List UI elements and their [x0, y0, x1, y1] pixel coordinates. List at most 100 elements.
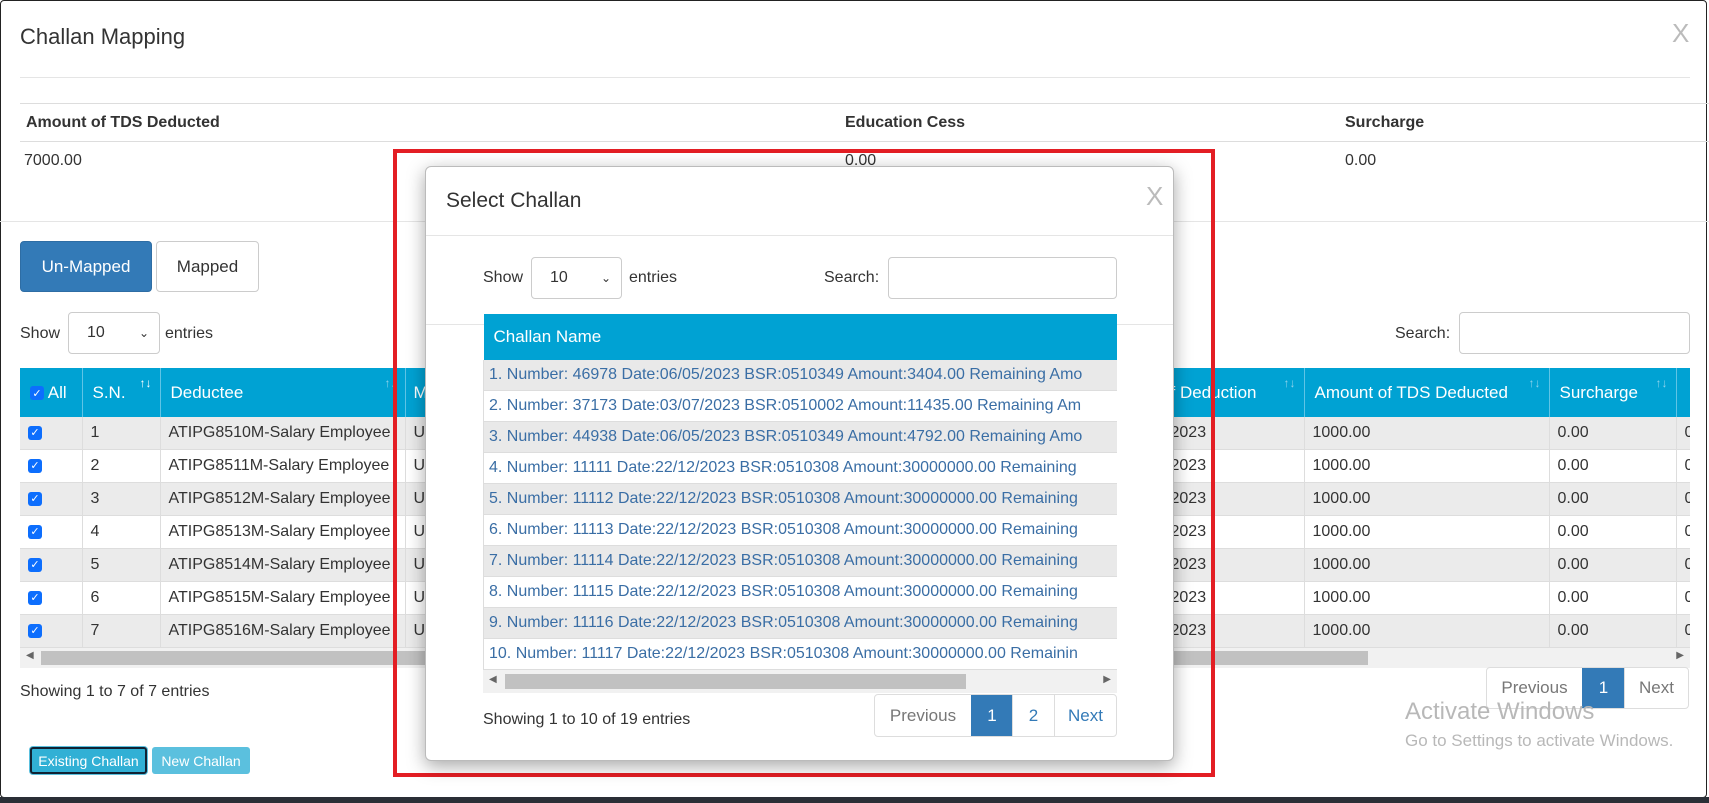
challan-row[interactable]: 7. Number: 11114 Date:22/12/2023 BSR:051… [483, 545, 1117, 577]
tds-amount-cell: 1000.00 [1304, 449, 1550, 483]
modal-page-size-select[interactable]: 10 ⌄ [531, 257, 622, 299]
challan-row[interactable]: 8. Number: 11115 Date:22/12/2023 BSR:051… [483, 576, 1117, 608]
row-checkbox-cell[interactable]: ✓ [20, 581, 83, 615]
next-cell: 0 [1676, 417, 1690, 450]
divider [20, 141, 1709, 142]
next-page-button[interactable]: Next [1054, 695, 1116, 736]
row-checkbox-cell[interactable]: ✓ [20, 449, 83, 483]
modal-search-input[interactable] [888, 257, 1117, 299]
challan-name-cell[interactable]: 9. Number: 11116 Date:22/12/2023 BSR:051… [483, 607, 1117, 639]
select-all-checkbox[interactable]: ✓ [30, 386, 44, 401]
close-dialog-button[interactable]: X [1672, 18, 1689, 49]
row-checkbox[interactable]: ✓ [28, 491, 42, 506]
challan-row[interactable]: 3. Number: 44938 Date:06/05/2023 BSR:051… [483, 421, 1117, 453]
challan-name-cell[interactable]: 2. Number: 37173 Date:03/07/2023 BSR:051… [483, 390, 1117, 422]
modal-pagination: Previous 1 2 Next [874, 694, 1117, 737]
challan-name-cell[interactable]: 7. Number: 11114 Date:22/12/2023 BSR:051… [483, 545, 1117, 577]
row-checkbox-cell[interactable]: ✓ [20, 482, 83, 516]
scrollbar-thumb[interactable] [505, 674, 966, 689]
challan-row[interactable]: 2. Number: 37173 Date:03/07/2023 BSR:051… [483, 390, 1117, 422]
column-header-sn[interactable]: S.N. ↑↓ [82, 368, 161, 417]
next-cell: 0 [1676, 482, 1690, 516]
tab-un-mapped[interactable]: Un-Mapped [20, 241, 152, 292]
row-checkbox-cell[interactable]: ✓ [20, 515, 83, 549]
divider [426, 235, 1173, 236]
column-header-tds-amount[interactable]: Amount of TDS Deducted ↑↓ [1304, 368, 1550, 417]
challan-row[interactable]: 1. Number: 46978 Date:06/05/2023 BSR:051… [483, 360, 1117, 391]
challan-name-cell[interactable]: 6. Number: 11113 Date:22/12/2023 BSR:051… [483, 514, 1117, 546]
row-checkbox[interactable]: ✓ [28, 623, 42, 638]
deductee-cell: ATIPG8512M-Salary Employee [160, 482, 406, 516]
scroll-left-icon[interactable]: ◀ [26, 650, 34, 661]
modal-horizontal-scrollbar[interactable]: ◀ ▶ [483, 670, 1117, 693]
next-page-button[interactable]: Next [1624, 668, 1688, 708]
challan-row[interactable]: 6. Number: 11113 Date:22/12/2023 BSR:051… [483, 514, 1117, 546]
tds-amount-cell: 1000.00 [1304, 581, 1550, 615]
column-label: Amount of TDS Deducted [1314, 382, 1508, 402]
scroll-right-icon[interactable]: ▶ [1103, 674, 1111, 685]
column-label: Surcharge [1559, 382, 1638, 402]
challan-name-cell[interactable]: 5. Number: 11112 Date:22/12/2023 BSR:051… [483, 483, 1117, 515]
challan-row[interactable]: 5. Number: 11112 Date:22/12/2023 BSR:051… [483, 483, 1117, 515]
activate-windows-title: Activate Windows [1405, 698, 1595, 725]
challan-row[interactable]: 4. Number: 11111 Date:22/12/2023 BSR:051… [483, 452, 1117, 484]
select-all-header[interactable]: ✓ All [20, 368, 83, 417]
close-modal-button[interactable]: X [1146, 181, 1163, 212]
scroll-left-icon[interactable]: ◀ [489, 674, 497, 685]
column-header-challan-name[interactable]: Challan Name [483, 314, 1117, 360]
challan-row[interactable]: 9. Number: 11116 Date:22/12/2023 BSR:051… [483, 607, 1117, 639]
page-size-select[interactable]: 10 ⌄ [68, 312, 160, 354]
page-2-button[interactable]: 2 [1012, 695, 1054, 736]
row-checkbox[interactable]: ✓ [28, 458, 42, 473]
challan-name-cell[interactable]: 4. Number: 11111 Date:22/12/2023 BSR:051… [483, 452, 1117, 484]
search-input[interactable] [1459, 312, 1690, 354]
page-size-value: 10 [87, 324, 105, 341]
column-header-next[interactable] [1676, 368, 1690, 417]
search-label: Search: [1395, 325, 1451, 342]
row-checkbox-cell[interactable]: ✓ [20, 417, 83, 450]
row-checkbox[interactable]: ✓ [28, 557, 42, 572]
row-checkbox-cell[interactable]: ✓ [20, 614, 83, 648]
surcharge-cell: 0.00 [1549, 515, 1677, 549]
page-size-value: 10 [550, 269, 568, 286]
next-cell: 0 [1676, 515, 1690, 549]
modal-title: Select Challan [446, 189, 582, 212]
challan-name-cell[interactable]: 1. Number: 46978 Date:06/05/2023 BSR:051… [483, 360, 1117, 391]
row-checkbox[interactable]: ✓ [28, 425, 42, 440]
divider [20, 103, 1709, 104]
challan-row[interactable]: 10. Number: 11117 Date:22/12/2023 BSR:05… [483, 638, 1117, 670]
tds-amount-cell: 1000.00 [1304, 614, 1550, 648]
row-checkbox[interactable]: ✓ [28, 524, 42, 539]
row-checkbox[interactable]: ✓ [28, 590, 42, 605]
surcharge-cell: 0.00 [1549, 417, 1677, 450]
column-label: S.N. [92, 382, 126, 402]
sn-cell: 3 [82, 482, 161, 516]
summary-value-tds: 7000.00 [24, 152, 82, 169]
existing-challan-button[interactable]: Existing Challan [30, 747, 147, 774]
surcharge-cell: 0.00 [1549, 548, 1677, 582]
table-info: Showing 1 to 7 of 7 entries [20, 683, 210, 700]
sn-cell: 1 [82, 417, 161, 450]
column-header-surcharge[interactable]: Surcharge ↑↓ [1549, 368, 1677, 417]
show-label: Show [483, 269, 524, 286]
row-checkbox-cell[interactable]: ✓ [20, 548, 83, 582]
surcharge-cell: 0.00 [1549, 581, 1677, 615]
surcharge-cell: 0.00 [1549, 614, 1677, 648]
page-1-button[interactable]: 1 [971, 695, 1012, 736]
activate-windows-subtitle: Go to Settings to activate Windows. [1405, 731, 1674, 750]
challan-name-cell[interactable]: 3. Number: 44938 Date:06/05/2023 BSR:051… [483, 421, 1117, 453]
divider [20, 77, 1690, 78]
column-header-deductee[interactable]: Deductee ↑↓ [160, 368, 406, 417]
dialog-title: Challan Mapping [20, 24, 186, 49]
previous-page-button[interactable]: Previous [875, 695, 971, 736]
summary-value-surcharge: 0.00 [1345, 152, 1377, 169]
all-label: All [47, 382, 67, 402]
deductee-cell: ATIPG8516M-Salary Employee [160, 614, 406, 648]
challan-name-cell[interactable]: 10. Number: 11117 Date:22/12/2023 BSR:05… [483, 638, 1117, 670]
sort-icon: ↑↓ [1283, 376, 1296, 390]
scroll-right-icon[interactable]: ▶ [1676, 650, 1684, 661]
entries-label: entries [629, 269, 678, 286]
new-challan-button[interactable]: New Challan [152, 747, 250, 774]
challan-name-cell[interactable]: 8. Number: 11115 Date:22/12/2023 BSR:051… [483, 576, 1117, 608]
tab-mapped[interactable]: Mapped [156, 241, 259, 292]
